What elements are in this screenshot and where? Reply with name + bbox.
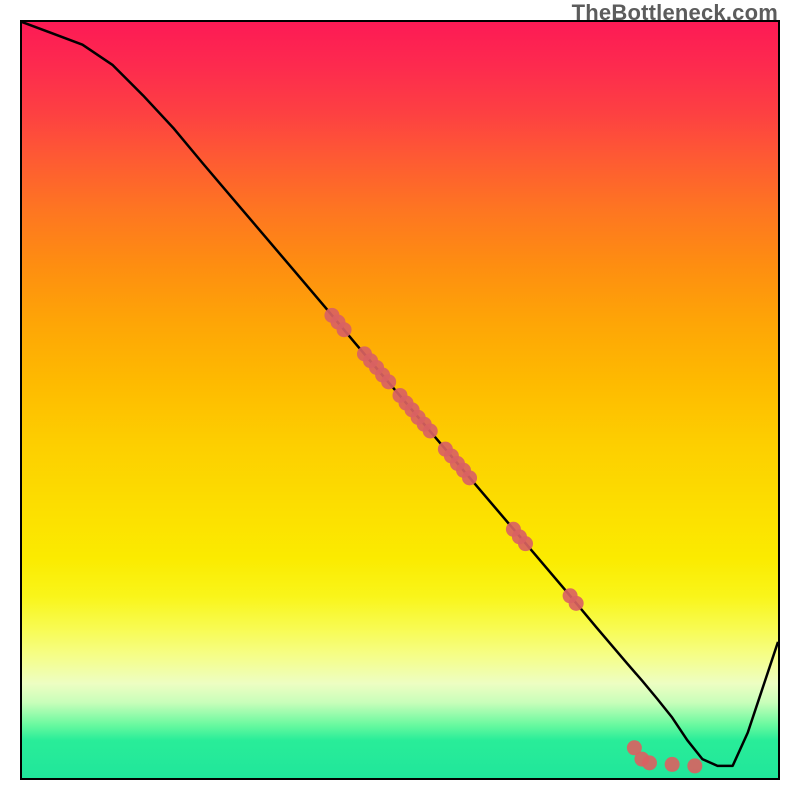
scatter-dot bbox=[665, 757, 680, 772]
scatter-dot bbox=[687, 758, 702, 773]
scatter-dot bbox=[462, 470, 477, 485]
chart-container: TheBottleneck.com bbox=[0, 0, 800, 800]
plot-area bbox=[20, 20, 780, 780]
scatter-dots bbox=[324, 308, 702, 774]
chart-svg bbox=[22, 22, 778, 778]
scatter-dot bbox=[381, 374, 396, 389]
scatter-dot bbox=[337, 322, 352, 337]
scatter-dot bbox=[569, 596, 584, 611]
scatter-dot bbox=[642, 755, 657, 770]
scatter-dot bbox=[518, 536, 533, 551]
scatter-dot bbox=[423, 424, 438, 439]
